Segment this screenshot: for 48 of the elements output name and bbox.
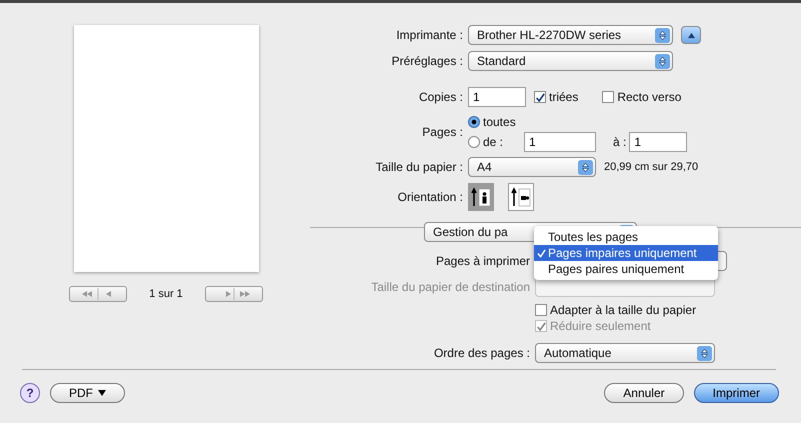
page-counter: 1 sur 1 — [149, 288, 183, 300]
nav-button-group[interactable] — [204, 286, 263, 302]
cancel-button[interactable]: Annuler — [604, 383, 684, 403]
disclosure-button[interactable] — [681, 26, 701, 44]
paper-dimensions: 20,99 cm sur 29,70 — [604, 161, 698, 173]
printer-popup[interactable]: Brother HL-2270DW series — [468, 25, 673, 45]
checkbox-label: triées — [549, 90, 578, 104]
checkbox[interactable] — [534, 91, 546, 103]
checkbox-label: Adapter à la taille du papier — [550, 303, 696, 317]
stepper-icon — [655, 54, 670, 68]
landscape-button[interactable] — [508, 183, 534, 211]
checkmark-icon — [536, 248, 546, 258]
menu-item[interactable]: Pages impaires uniquement — [534, 245, 718, 261]
copies-field[interactable]: 1 — [468, 87, 526, 107]
field-label: Taille du papier de destination — [370, 280, 530, 294]
print-button[interactable]: Imprimer — [694, 383, 779, 403]
presets-popup[interactable]: Standard — [468, 51, 673, 71]
checkbox[interactable] — [535, 304, 547, 316]
radio-label: toutes — [483, 115, 516, 129]
caret-icon — [98, 390, 106, 396]
help-button[interactable]: ? — [20, 383, 40, 403]
field-label: Pages : — [421, 125, 463, 139]
checkbox-label: Réduire seulement — [550, 319, 651, 333]
stepper-icon — [697, 346, 712, 360]
portrait-button[interactable] — [468, 183, 494, 211]
paper-size-popup[interactable]: A4 — [468, 157, 596, 177]
radio-button[interactable] — [468, 136, 480, 148]
from-page-field[interactable]: 1 — [524, 132, 596, 152]
stepper-icon — [578, 160, 593, 174]
nav-button-group[interactable] — [69, 286, 128, 302]
field-label: Orientation : — [396, 190, 463, 204]
field-label: Copies : — [418, 90, 463, 104]
pdf-button[interactable]: PDF — [50, 383, 125, 403]
triangle-icon — [686, 32, 696, 38]
field-label: Ordre des pages : — [432, 346, 530, 360]
to-page-field[interactable]: 1 — [629, 132, 688, 152]
radio-label: de : — [483, 135, 504, 149]
field-label: Taille du papier : — [374, 160, 463, 174]
field-label: Pages à imprimer — [434, 254, 530, 268]
field-label: Imprimante : — [395, 28, 463, 42]
field-label: à : — [613, 135, 626, 149]
field-label: Préréglages : — [390, 54, 463, 68]
radio-button[interactable] — [468, 116, 480, 128]
menu-item[interactable]: Pages paires uniquement — [534, 261, 718, 277]
stepper-icon — [655, 28, 670, 42]
checkbox-label: Recto verso — [617, 90, 682, 104]
checkbox[interactable] — [602, 91, 614, 103]
page-order-popup[interactable]: Automatique — [535, 343, 715, 363]
